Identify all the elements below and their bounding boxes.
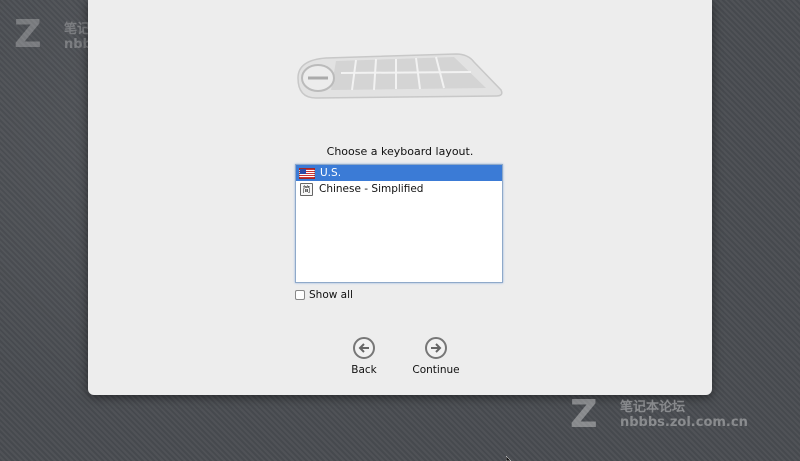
arrow-left-icon [353,337,375,359]
arrow-right-icon [425,337,447,359]
continue-button[interactable]: Continue [401,337,471,376]
setup-assistant-panel: Choose a keyboard layout. U.S. 简 Chinese… [88,0,712,395]
us-flag-icon [299,167,315,179]
watermark-title: 笔记本论坛 [620,400,686,415]
layout-label: Chinese - Simplified [319,183,424,195]
show-all-option[interactable]: Show all [295,289,353,301]
watermark-logo: Z [570,392,598,436]
watermark-logo: Z [14,12,42,56]
show-all-checkbox[interactable] [295,290,305,300]
prompt-text: Choose a keyboard layout. [326,145,474,158]
keyboard-layout-list[interactable]: U.S. 简 Chinese - Simplified [295,164,503,283]
keyboard-illustration-icon [297,53,503,99]
watermark-url: nbbbs.zol.com.cn [620,415,748,430]
back-button[interactable]: Back [329,337,399,376]
mouse-cursor-icon [506,456,511,461]
list-item-us[interactable]: U.S. [296,165,502,181]
watermark-bottom-right: Z 笔记本论坛 nbbbs.zol.com.cn [570,392,748,436]
layout-label: U.S. [320,167,342,179]
continue-label: Continue [412,364,460,376]
list-item-chinese-simplified[interactable]: 简 Chinese - Simplified [296,181,502,197]
show-all-label: Show all [309,289,353,301]
input-method-icon: 简 [300,182,313,196]
back-label: Back [351,364,377,376]
